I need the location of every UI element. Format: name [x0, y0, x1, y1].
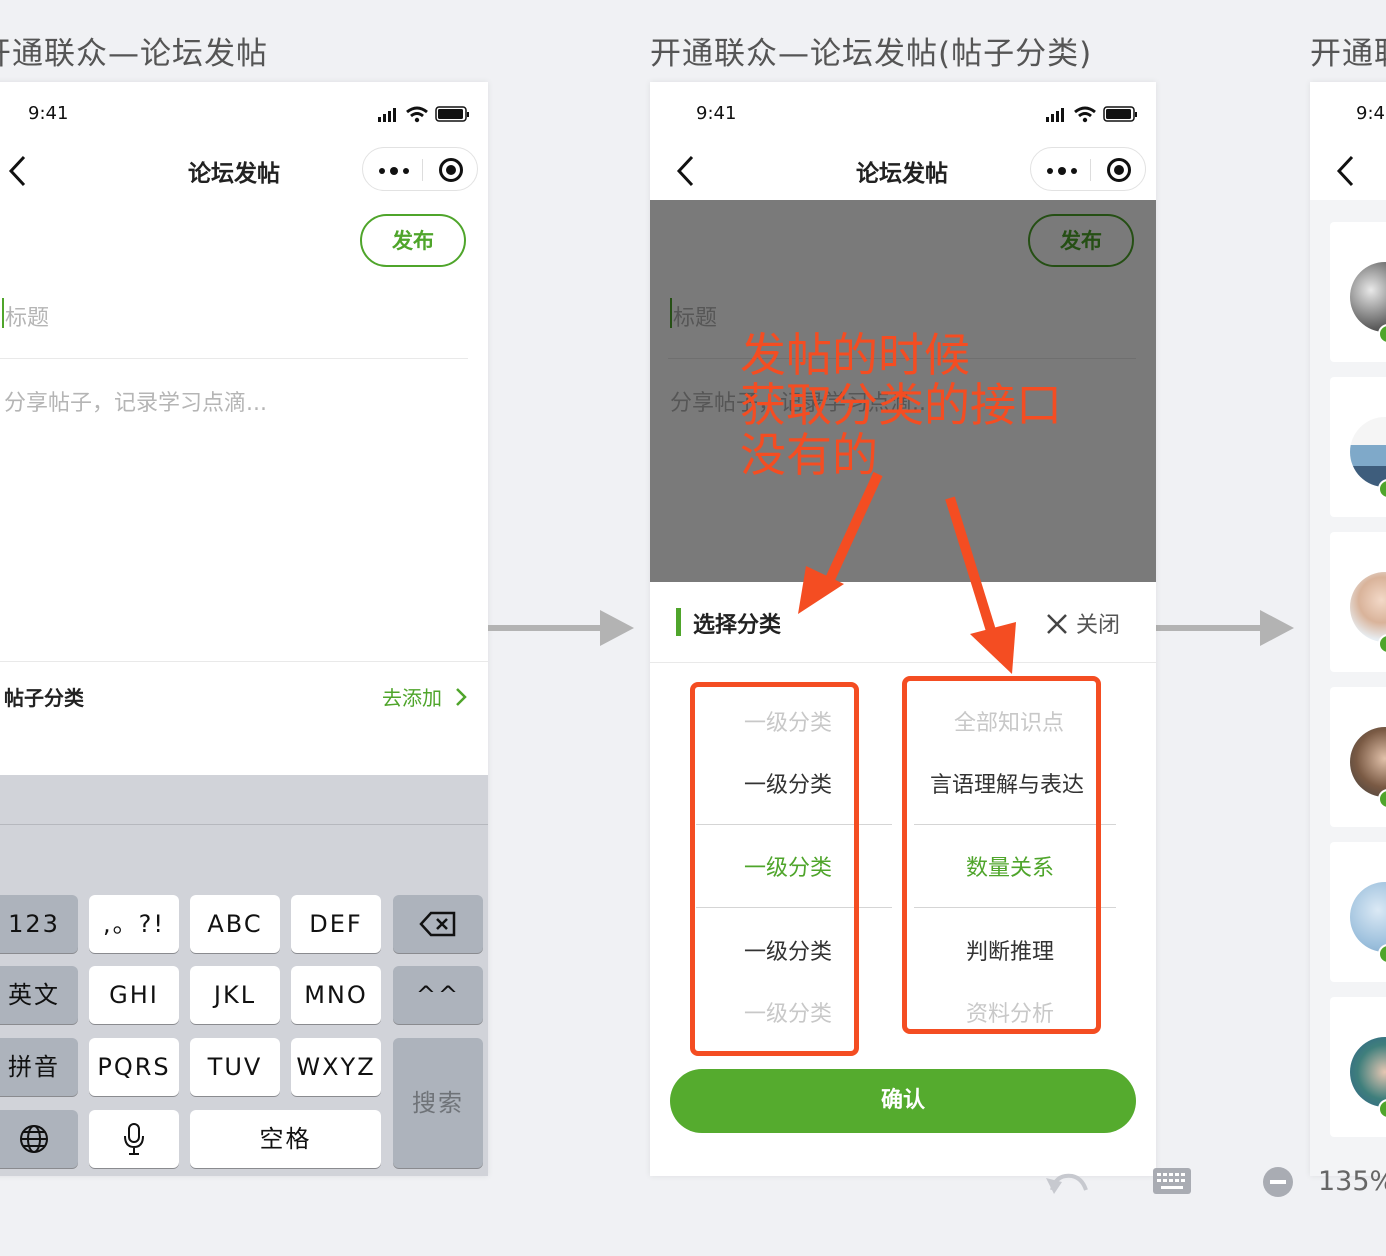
zoom-out-icon[interactable]	[1262, 1166, 1294, 1198]
flow-arrow-head	[1260, 610, 1294, 646]
key-english[interactable]: 英文	[0, 966, 78, 1024]
key-abc[interactable]: ABC	[190, 895, 280, 953]
page-title: 论坛发帖	[188, 161, 280, 187]
status-icons	[378, 106, 469, 123]
annotation-arrow-right	[945, 496, 1016, 674]
space-key[interactable]: 空格	[190, 1110, 381, 1168]
flow-arrow	[1156, 625, 1262, 631]
divider	[0, 358, 468, 359]
undo-icon[interactable]	[1044, 1166, 1090, 1200]
close-miniprogram-icon[interactable]	[439, 158, 463, 182]
title-input[interactable]: 标题	[5, 300, 49, 332]
annotation-box-right	[902, 676, 1101, 1034]
key-emoticon[interactable]: ^^	[393, 966, 483, 1024]
annotation-text: 发帖的时候 获取分类的接口 没有的	[740, 330, 1062, 480]
backspace-icon	[419, 911, 456, 937]
list-item[interactable]	[1330, 377, 1386, 517]
status-icons	[1046, 106, 1137, 123]
back-arrow-icon[interactable]	[1334, 152, 1358, 190]
backspace-key[interactable]	[393, 895, 483, 953]
divider	[650, 662, 1156, 663]
more-icon[interactable]	[1047, 167, 1082, 175]
key-pinyin[interactable]: 拼音	[0, 1038, 78, 1096]
frame-label-category: 开通联众—论坛发帖(帖子分类)	[650, 36, 1093, 72]
mini-program-capsule[interactable]	[362, 147, 478, 191]
flow-arrow-head	[600, 610, 634, 646]
text-cursor	[2, 298, 4, 328]
avatar	[1350, 262, 1386, 332]
back-arrow-icon[interactable]	[6, 152, 30, 190]
avatar	[1350, 572, 1386, 642]
more-icon[interactable]	[379, 167, 414, 175]
back-arrow-icon[interactable]	[674, 152, 698, 190]
key-jkl[interactable]: JKL	[190, 966, 280, 1024]
divider	[0, 661, 488, 662]
key-pqrs[interactable]: PQRS	[89, 1038, 179, 1096]
key-wxyz[interactable]: WXYZ	[291, 1038, 381, 1096]
key-123[interactable]: 123	[0, 895, 78, 953]
category-label: 帖子分类	[4, 686, 84, 710]
confirm-button[interactable]: 确认	[670, 1069, 1136, 1133]
content-input[interactable]: 分享帖子，记录学习点滴...	[4, 385, 267, 417]
list-item[interactable]	[1330, 997, 1386, 1137]
frame-label-post: 开通联众—论坛发帖	[0, 36, 268, 72]
list-item[interactable]	[1330, 842, 1386, 982]
annotation-arrow-left	[798, 471, 883, 614]
status-time: 9:41	[28, 103, 69, 124]
annotation-line: 发帖的时候	[740, 328, 970, 382]
key-punctuation[interactable]: ,。?!	[89, 895, 179, 953]
add-category-link[interactable]: 去添加	[382, 682, 468, 711]
avatar	[1350, 882, 1386, 952]
key-ghi[interactable]: GHI	[89, 966, 179, 1024]
add-category-label: 去添加	[382, 686, 442, 710]
zoom-level: 135%	[1318, 1166, 1386, 1197]
key-search[interactable]: 搜索	[393, 1038, 483, 1168]
avatar	[1350, 1037, 1386, 1107]
status-time: 9:41	[696, 103, 737, 124]
globe-key[interactable]	[0, 1110, 78, 1168]
badge-icon	[1378, 1099, 1386, 1119]
badge-icon	[1378, 944, 1386, 964]
page-title: 论坛发帖	[856, 161, 948, 187]
badge-icon	[1378, 634, 1386, 654]
key-def[interactable]: DEF	[291, 895, 381, 953]
badge-icon	[1378, 479, 1386, 499]
close-label: 关闭	[1076, 613, 1121, 638]
publish-button[interactable]: 发布	[360, 214, 466, 267]
microphone-key[interactable]	[89, 1110, 179, 1168]
section-accent-bar	[676, 608, 681, 636]
mini-program-capsule[interactable]	[1030, 147, 1146, 191]
annotation-box-left	[690, 682, 859, 1056]
chevron-right-icon	[456, 688, 468, 706]
badge-icon	[1378, 324, 1386, 344]
globe-icon	[20, 1125, 48, 1153]
close-icon	[1047, 614, 1067, 634]
list-item[interactable]	[1330, 687, 1386, 827]
annotation-line: 获取分类的接口	[740, 378, 1062, 432]
key-mno[interactable]: MNO	[291, 966, 381, 1024]
frame-label-next: 开通联	[1310, 36, 1386, 72]
list-item[interactable]	[1330, 532, 1386, 672]
badge-icon	[1378, 789, 1386, 809]
sheet-title: 选择分类	[693, 613, 782, 638]
keyboard-icon[interactable]	[1152, 1166, 1192, 1198]
avatar	[1350, 727, 1386, 797]
avatar	[1350, 417, 1386, 487]
sheet-close-button[interactable]: 关闭	[1046, 607, 1120, 639]
microphone-icon	[124, 1123, 144, 1155]
key-tuv[interactable]: TUV	[190, 1038, 280, 1096]
close-miniprogram-icon[interactable]	[1107, 158, 1131, 182]
list-item[interactable]	[1330, 222, 1386, 362]
status-time: 9:41	[1356, 103, 1386, 124]
flow-arrow	[488, 625, 602, 631]
